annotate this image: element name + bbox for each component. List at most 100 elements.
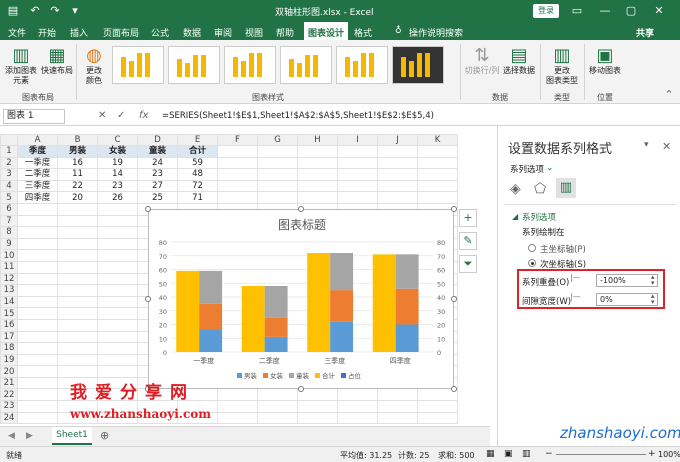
customize-icon[interactable]: ▾ bbox=[68, 4, 82, 18]
cell[interactable]: 14 bbox=[97, 168, 138, 181]
menu-page-layout[interactable]: 页面布局 bbox=[103, 26, 139, 39]
cell[interactable] bbox=[337, 156, 378, 170]
collapse-ribbon-icon[interactable]: ⌃ bbox=[662, 88, 676, 102]
login-button[interactable]: 登录 bbox=[533, 4, 559, 18]
row-header[interactable]: 1 bbox=[0, 145, 18, 158]
cell[interactable] bbox=[17, 226, 58, 239]
column-header[interactable]: G bbox=[257, 134, 298, 146]
redo-icon[interactable]: ↷ bbox=[48, 4, 62, 18]
cell[interactable] bbox=[417, 145, 458, 158]
save-icon[interactable]: ▤ bbox=[6, 4, 20, 18]
cell[interactable]: 27 bbox=[137, 179, 178, 193]
cell[interactable]: 二季度 bbox=[17, 168, 58, 181]
cell[interactable] bbox=[57, 214, 98, 228]
cell[interactable]: 24 bbox=[137, 156, 178, 170]
cell[interactable] bbox=[217, 179, 258, 193]
pane-close-icon[interactable]: ✕ bbox=[662, 140, 671, 153]
add-chart-element-button[interactable]: ▥ 添加图表 元素 bbox=[4, 46, 38, 86]
change-chart-type-button[interactable]: ▥ 更改 图表类型 bbox=[544, 46, 580, 86]
chart-style-5[interactable] bbox=[336, 46, 388, 84]
cell[interactable] bbox=[417, 156, 458, 170]
primary-axis-radio[interactable] bbox=[528, 244, 536, 252]
close-icon[interactable]: ✕ bbox=[652, 4, 666, 18]
cell[interactable] bbox=[337, 388, 378, 402]
cell[interactable] bbox=[377, 191, 418, 204]
cell[interactable] bbox=[417, 191, 458, 204]
row-header[interactable]: 24 bbox=[0, 411, 18, 425]
cell[interactable]: 26 bbox=[97, 191, 138, 204]
cell[interactable] bbox=[97, 272, 138, 286]
zoom-in-icon[interactable]: + bbox=[648, 449, 656, 459]
cell[interactable] bbox=[97, 330, 138, 344]
row-header[interactable]: 11 bbox=[0, 260, 18, 274]
cell[interactable] bbox=[257, 156, 298, 170]
row-header[interactable]: 9 bbox=[0, 237, 18, 251]
cell[interactable] bbox=[57, 342, 98, 355]
cell[interactable] bbox=[417, 168, 458, 181]
chart-style-3[interactable] bbox=[224, 46, 276, 84]
cell[interactable] bbox=[377, 388, 418, 402]
cell[interactable]: 23 bbox=[97, 179, 138, 193]
cell[interactable] bbox=[17, 307, 58, 320]
cell[interactable] bbox=[97, 353, 138, 367]
cell[interactable] bbox=[57, 307, 98, 320]
cell[interactable]: 59 bbox=[177, 156, 218, 170]
row-header[interactable]: 12 bbox=[0, 272, 18, 286]
cell[interactable]: 19 bbox=[97, 156, 138, 170]
quick-layout-button[interactable]: ▦ 快速布局 bbox=[40, 46, 74, 76]
zoom-level[interactable]: 100% bbox=[658, 450, 680, 459]
cell[interactable] bbox=[297, 400, 338, 413]
cell[interactable] bbox=[257, 388, 298, 402]
cell[interactable] bbox=[97, 342, 138, 355]
cell[interactable]: 11 bbox=[57, 168, 98, 181]
cell[interactable] bbox=[337, 191, 378, 204]
prev-sheet-icon[interactable]: ◀ bbox=[8, 431, 15, 441]
section-expand-icon[interactable]: ◢ bbox=[512, 212, 518, 221]
change-colors-button[interactable]: ◍ 更改 颜色 bbox=[80, 46, 108, 86]
resize-handle[interactable] bbox=[145, 206, 151, 212]
menu-view[interactable]: 视图 bbox=[245, 26, 263, 39]
cell[interactable] bbox=[57, 226, 98, 239]
chevron-down-icon[interactable]: ⌄ bbox=[546, 163, 554, 173]
cell[interactable]: 20 bbox=[57, 191, 98, 204]
cell[interactable]: 四季度 bbox=[17, 191, 58, 204]
column-header[interactable]: H bbox=[297, 134, 338, 146]
cell[interactable] bbox=[17, 388, 58, 402]
cell[interactable] bbox=[297, 411, 338, 425]
row-header[interactable]: 21 bbox=[0, 376, 18, 390]
cell[interactable] bbox=[97, 249, 138, 262]
normal-view-icon[interactable]: ▦ bbox=[486, 449, 495, 459]
select-data-button[interactable]: ▤ 选择数据 bbox=[502, 46, 536, 76]
cell[interactable] bbox=[417, 179, 458, 193]
cell[interactable]: 一季度 bbox=[17, 156, 58, 170]
cell[interactable] bbox=[57, 260, 98, 274]
cell[interactable]: 71 bbox=[177, 191, 218, 204]
cell[interactable] bbox=[17, 365, 58, 378]
row-header[interactable]: 5 bbox=[0, 191, 18, 204]
column-header[interactable]: B bbox=[57, 134, 98, 146]
cell[interactable] bbox=[297, 179, 338, 193]
column-header[interactable]: C bbox=[97, 134, 138, 146]
chart-area[interactable]: 图表标题 0 0 10 10 20 20 30 30 40 40 50 50 60 60 70 70 80 80 一… bbox=[145, 206, 457, 392]
cell[interactable] bbox=[297, 388, 338, 402]
cell[interactable] bbox=[377, 145, 418, 158]
menu-data[interactable]: 数据 bbox=[183, 26, 201, 39]
cell[interactable] bbox=[57, 272, 98, 286]
resize-handle[interactable] bbox=[298, 386, 304, 392]
cell[interactable] bbox=[97, 284, 138, 297]
cell[interactable] bbox=[297, 168, 338, 181]
ribbon-display-icon[interactable]: ▭ bbox=[570, 4, 584, 18]
menu-file[interactable]: 文件 bbox=[8, 26, 26, 39]
cell[interactable] bbox=[297, 191, 338, 204]
maximize-icon[interactable]: ▢ bbox=[624, 4, 638, 18]
cell[interactable] bbox=[17, 353, 58, 367]
column-header[interactable]: K bbox=[417, 134, 458, 146]
cell[interactable] bbox=[17, 376, 58, 390]
insert-function-icon[interactable]: fx bbox=[139, 110, 148, 121]
cell[interactable] bbox=[97, 295, 138, 309]
cell[interactable] bbox=[257, 145, 298, 158]
column-header[interactable]: I bbox=[337, 134, 378, 146]
cell[interactable] bbox=[57, 237, 98, 251]
row-header[interactable]: 14 bbox=[0, 295, 18, 309]
cell[interactable] bbox=[257, 411, 298, 425]
